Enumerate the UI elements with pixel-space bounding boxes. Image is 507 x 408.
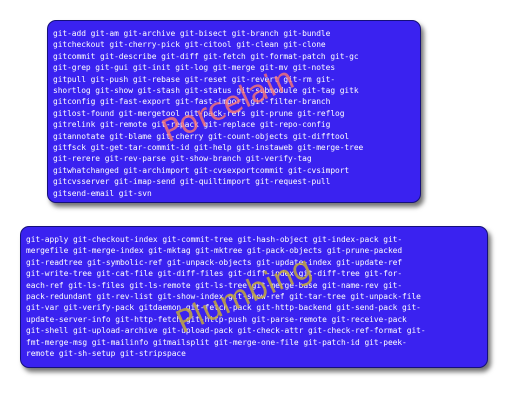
plumbing-command-list: git-apply git-checkout-index git-commit-… [26,235,426,359]
porcelain-commands-panel: git-add git-am git-archive git-bisect gi… [47,20,421,203]
plumbing-commands-panel: git-apply git-checkout-index git-commit-… [20,226,488,368]
porcelain-command-list: git-add git-am git-archive git-bisect gi… [53,29,364,198]
